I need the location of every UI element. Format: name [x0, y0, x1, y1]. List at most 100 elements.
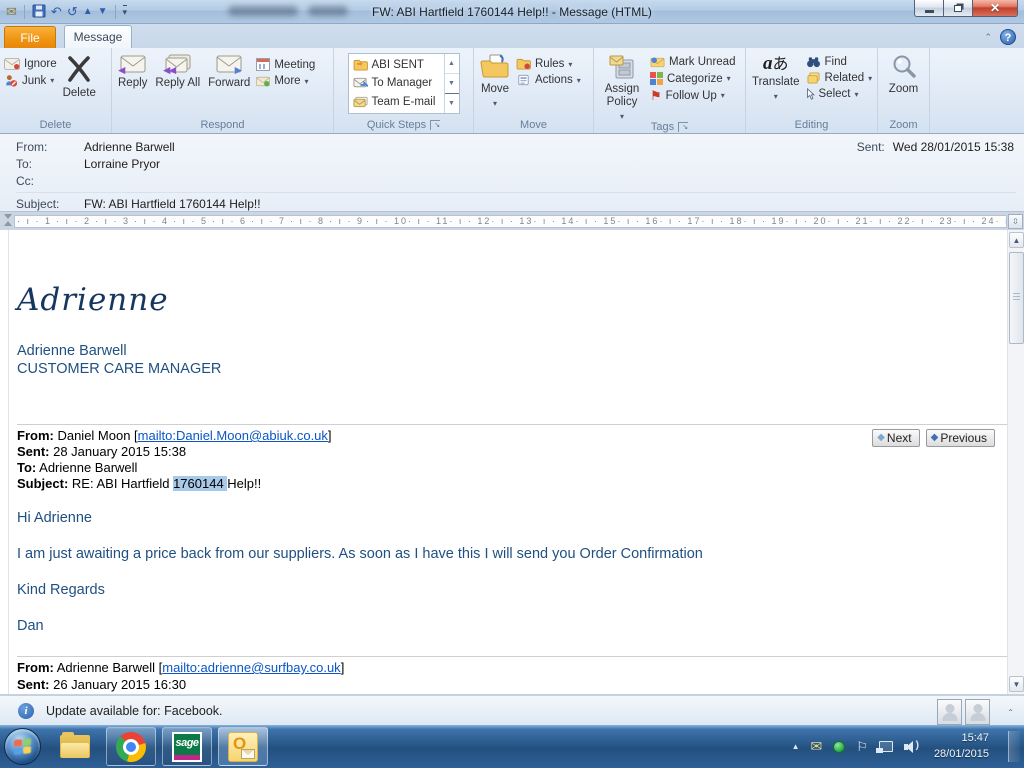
tray-expand-icon[interactable]: ▲: [792, 742, 800, 751]
quick-steps-scroll: ▲ ▼ ▼: [444, 54, 459, 113]
message-document[interactable]: Adrienne Adrienne Barwell CUSTOMER CARE …: [8, 230, 1007, 694]
tray-network-icon[interactable]: [879, 741, 893, 752]
cc-label: Cc:: [16, 174, 84, 188]
junk-icon: [4, 74, 18, 87]
taskbar-sage-button[interactable]: sage: [162, 727, 212, 766]
junk-dropdown-icon: ▾: [50, 76, 54, 85]
undo-icon[interactable]: ↶: [51, 5, 62, 18]
previous-button[interactable]: ◆ Previous: [926, 429, 995, 447]
quoted-header-1: ◆ Next ◆ Previous From: Daniel Moon [mai…: [17, 424, 1007, 492]
scroll-up-icon[interactable]: ▲: [1009, 232, 1024, 248]
signature-name: Adrienne Barwell: [17, 342, 1007, 360]
meeting-button[interactable]: Meeting: [256, 58, 315, 71]
find-button[interactable]: Find: [806, 56, 873, 68]
start-button[interactable]: [4, 728, 41, 765]
tray-action-center-icon[interactable]: ⚐: [856, 739, 868, 755]
categorize-button[interactable]: Categorize ▾: [650, 72, 735, 85]
ruler-number: · ı · 9: [327, 216, 366, 226]
message-line3: Dan: [17, 618, 1007, 634]
ruler-toggle-icon[interactable]: ⇳: [1008, 214, 1023, 229]
vertical-scrollbar[interactable]: ▲ ▼: [1007, 230, 1024, 694]
mark-unread-button[interactable]: Mark Unread: [650, 56, 735, 68]
delete-button[interactable]: Delete: [59, 50, 100, 117]
to-label: To:: [16, 157, 84, 171]
next-button[interactable]: ◆ Next: [872, 429, 919, 447]
quick-steps-scroll-down-icon[interactable]: ▼: [445, 73, 459, 93]
avatar-icon[interactable]: [965, 699, 990, 725]
mark-unread-icon: [650, 57, 665, 68]
ignore-button[interactable]: Ignore: [4, 58, 57, 70]
people-pane-collapse-icon[interactable]: ⌃: [1007, 708, 1014, 717]
envelope-arrow-icon: [353, 77, 368, 89]
help-icon[interactable]: ?: [1000, 29, 1016, 45]
zoom-button[interactable]: Zoom: [885, 50, 922, 117]
ruler-number: · ı · 5: [171, 216, 210, 226]
select-button[interactable]: Select ▾: [806, 88, 873, 100]
tray-status-icon[interactable]: [833, 741, 845, 753]
move-button[interactable]: Move ▾: [476, 50, 514, 117]
message-greeting: Hi Adrienne: [17, 510, 1007, 526]
assign-policy-button[interactable]: Assign Policy ▾: [596, 50, 648, 121]
from-value: Adrienne Barwell: [84, 140, 175, 154]
save-icon[interactable]: [32, 4, 46, 20]
minimize-button[interactable]: [914, 0, 944, 17]
avatar-icon[interactable]: [937, 699, 962, 725]
windows-logo-icon: [14, 738, 31, 755]
customize-qat-icon[interactable]: ▾: [123, 5, 128, 18]
close-button[interactable]: ✕: [972, 0, 1018, 17]
indent-markers[interactable]: [0, 212, 14, 230]
system-menu-mail-icon[interactable]: ✉: [6, 5, 17, 18]
restore-button[interactable]: [944, 0, 972, 17]
more-button[interactable]: More ▾: [256, 75, 315, 87]
tab-message[interactable]: Message: [64, 25, 132, 48]
forward-icon: ►: [216, 54, 242, 74]
collapse-ribbon-icon[interactable]: ⌃: [984, 32, 992, 43]
sender-email-link[interactable]: mailto:Daniel.Moon@abiuk.co.uk: [138, 428, 328, 443]
actions-button[interactable]: Actions ▾: [516, 74, 581, 86]
tray-volume-icon[interactable]: ): [904, 741, 919, 753]
meeting-icon: [256, 58, 270, 71]
ruler[interactable]: · ı · 1· ı · 2· ı · 3· ı · 4· ı · 5· ı ·…: [14, 215, 1007, 228]
ruler-number: · ı · 10: [366, 216, 408, 226]
zoom-group-label: Zoom: [880, 117, 927, 133]
quick-steps-dialog-launcher-icon[interactable]: ↘: [430, 120, 440, 130]
scroll-down-icon[interactable]: ▼: [1009, 676, 1024, 692]
follow-up-flag-icon: ⚑: [650, 89, 662, 102]
move-up-icon[interactable]: ▲: [83, 7, 93, 17]
quick-step-to-manager[interactable]: To Manager: [353, 77, 444, 89]
show-desktop-button[interactable]: [1008, 731, 1020, 763]
rules-button[interactable]: Rules ▾: [516, 58, 581, 70]
sender-email-link-2[interactable]: mailto:adrienne@surfbay.co.uk: [162, 660, 340, 675]
tags-dialog-launcher-icon[interactable]: ↘: [678, 122, 688, 132]
related-button[interactable]: Related ▾: [806, 72, 873, 84]
next-arrow-icon: ◆: [877, 433, 885, 443]
taskbar-outlook-button[interactable]: O: [218, 727, 268, 766]
forward-button[interactable]: ► Forward: [204, 50, 254, 117]
translate-button[interactable]: aあ Translate ▾: [748, 50, 804, 117]
tab-file[interactable]: File: [4, 26, 56, 48]
folder-arrow-icon: [353, 59, 368, 71]
move-down-icon[interactable]: ▼: [98, 7, 108, 17]
redo-icon[interactable]: ↺: [67, 5, 78, 18]
tray-mail-icon[interactable]: ✉: [811, 738, 823, 755]
message-nav-buttons: ◆ Next ◆ Previous: [872, 429, 995, 447]
tags-group-label: Tags ↘: [596, 121, 743, 133]
reply-all-button[interactable]: ◄◄ Reply All: [151, 50, 204, 117]
taskbar-explorer-button[interactable]: [50, 727, 100, 766]
tray-clock[interactable]: 15:47 28/01/2015: [934, 731, 989, 763]
rules-dropdown-icon: ▾: [568, 60, 572, 69]
quick-steps-scroll-up-icon[interactable]: ▲: [445, 54, 459, 73]
quick-steps-overflow-icon[interactable]: ▼: [445, 93, 459, 113]
follow-up-button[interactable]: ⚑ Follow Up ▾: [650, 89, 735, 102]
info-icon: i: [18, 703, 34, 719]
scrollbar-thumb[interactable]: [1009, 252, 1024, 344]
reply-button[interactable]: ◄ Reply: [114, 50, 151, 117]
ribbon-group-respond: ◄ Reply ◄◄ Reply All ► Forward Meeting: [112, 48, 334, 133]
taskbar-chrome-button[interactable]: [106, 727, 156, 766]
delete-group-label[interactable]: Delete: [2, 117, 109, 133]
quick-step-abi-sent[interactable]: ABI SENT: [353, 59, 444, 71]
ruler-number: · ı · 20: [785, 216, 827, 226]
junk-button[interactable]: Junk ▾: [4, 74, 57, 87]
previous-arrow-icon: ◆: [931, 433, 939, 443]
quick-step-team-email[interactable]: Team E-mail: [353, 96, 444, 108]
